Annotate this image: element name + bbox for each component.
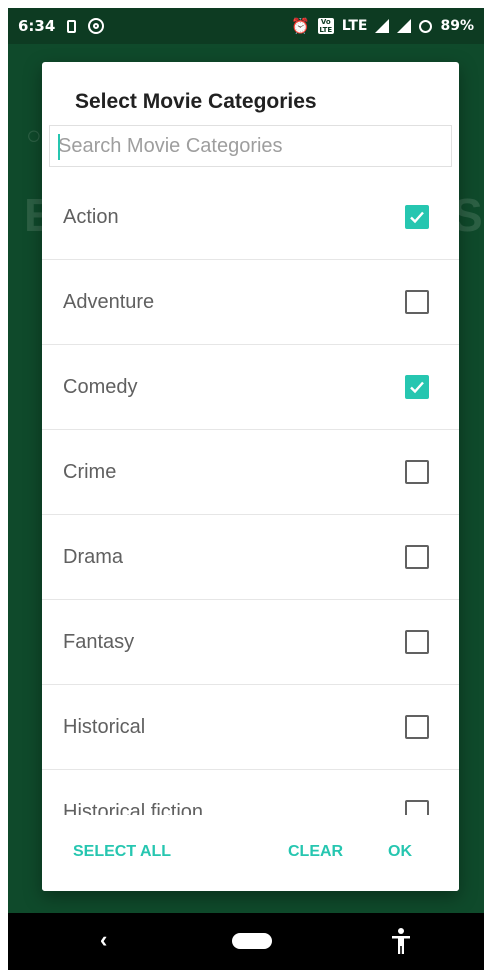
list-item-label: Crime [63,460,117,483]
sim-card-icon [67,19,77,33]
phone-screen: 6:34 ⏰ Vo LTE LTE 89% E S ○ Select Movie … [8,8,484,970]
checkbox[interactable] [405,630,429,654]
checkbox[interactable] [405,460,429,484]
clear-button[interactable]: CLEAR [288,839,343,865]
checkbox[interactable] [405,205,429,229]
list-item[interactable]: Drama [42,515,459,600]
list-item[interactable]: Historical [42,685,459,770]
back-icon[interactable]: ‹ [100,927,107,953]
checkbox[interactable] [405,375,429,399]
list-item[interactable]: Historical fiction [42,770,459,815]
list-item-label: Comedy [63,375,138,398]
list-item[interactable]: Comedy [42,345,459,430]
checkbox[interactable] [405,715,429,739]
check-icon [410,381,424,394]
list-item[interactable]: Crime [42,430,459,515]
checkbox[interactable] [405,800,429,815]
list-item-label: Fantasy [63,630,135,653]
accessibility-icon[interactable] [390,927,412,955]
volte-icon: Vo LTE [317,18,334,34]
data-saver-icon [88,18,105,34]
alarm-icon: ⏰ [291,17,310,35]
list-item-label: Action [63,205,119,228]
home-pill-icon[interactable] [232,933,272,949]
list-item[interactable]: Fantasy [42,600,459,685]
text-cursor [58,134,60,160]
dialog-title: Select Movie Categories [75,90,317,113]
signal-icon-2 [397,19,412,33]
category-dialog: Select Movie Categories Action Adventure… [42,62,459,891]
network-type: LTE [341,18,368,34]
list-item[interactable]: Adventure [42,260,459,345]
check-icon [410,211,424,224]
navigation-bar: ‹ [8,913,484,970]
list-item-label: Adventure [63,290,155,313]
ok-button[interactable]: OK [388,839,412,865]
background-circle: ○ [26,120,42,150]
list-item-label: Drama [63,545,124,568]
battery-percent: 89% [440,18,474,34]
signal-icon [375,19,390,33]
status-right: ⏰ Vo LTE LTE 89% [291,17,474,35]
list-item-label: Historical [63,715,146,738]
list-item-label: Historical fiction [63,800,204,816]
battery-saver-icon [419,19,433,33]
search-input[interactable] [50,126,451,166]
search-box [49,125,452,167]
status-time: 6:34 [18,17,56,35]
status-left: 6:34 [18,17,105,35]
checkbox[interactable] [405,545,429,569]
category-list[interactable]: Action Adventure Comedy Crime Drama Fant… [42,175,459,815]
select-all-button[interactable]: SELECT ALL [73,839,171,865]
dialog-actions: SELECT ALL CLEAR OK [42,815,459,891]
status-bar: 6:34 ⏰ Vo LTE LTE 89% [8,8,484,44]
list-item[interactable]: Action [42,175,459,260]
checkbox[interactable] [405,290,429,314]
